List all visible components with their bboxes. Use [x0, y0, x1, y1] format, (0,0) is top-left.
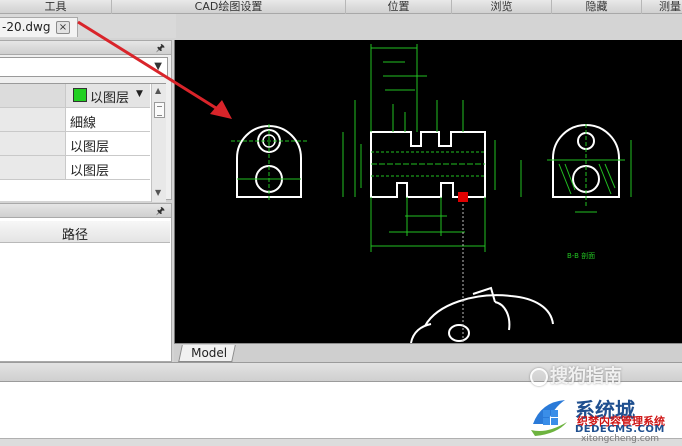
scroll-up-icon[interactable]: ▲	[155, 86, 161, 95]
sogou-watermark-text: 搜狗指南	[550, 366, 622, 387]
property-row-color[interactable]: 以图层 ▼	[0, 84, 150, 108]
property-grid: 以图层 ▼ 細線 以图层 以图层 ▲ ▼	[0, 83, 166, 202]
document-tab-name: -20.dwg	[2, 20, 51, 34]
property-row-linetype[interactable]: 細線	[0, 108, 150, 132]
sogou-watermark: 搜狗指南	[530, 362, 622, 388]
document-tab[interactable]: -20.dwg ×	[0, 17, 78, 37]
scrollbar-thumb[interactable]	[154, 102, 165, 118]
path-panel: 🖈 路径	[0, 203, 172, 362]
property-name-cell	[0, 156, 66, 179]
properties-panel-titlebar: 🖈	[0, 41, 171, 55]
cad-app-window: 工具 CAD绘图设置 位置 浏览 隐藏 测量 -20.dwg × 🖈 ▼ 以图层…	[0, 0, 682, 446]
pin-icon[interactable]: 🖈	[156, 41, 165, 58]
entity-selector-dropdown[interactable]: ▼	[0, 57, 168, 77]
ribbon-group-measure[interactable]: 测量	[642, 0, 682, 14]
pin-icon[interactable]: 🖈	[156, 204, 165, 221]
ribbon-group-label: CAD绘图设置	[194, 0, 263, 13]
left-view	[231, 124, 307, 202]
watermark-small-url: xitongcheng.com	[581, 434, 659, 444]
property-name-cell	[0, 84, 66, 107]
selection-marker[interactable]	[458, 192, 468, 202]
ribbon-group-label: 位置	[387, 0, 410, 13]
property-name-cell	[0, 132, 66, 155]
section-view-label: B-B 剖面	[567, 251, 595, 260]
color-value: 以图层	[90, 91, 130, 106]
path-column-label: 路径	[62, 228, 89, 243]
property-grid-scrollbar[interactable]: ▲ ▼	[151, 84, 166, 202]
ribbon-group-label: 隐藏	[585, 0, 608, 13]
drawing-canvas[interactable]: B-B 剖面	[174, 40, 682, 362]
site-watermark: 系统城 织梦内容管理系统 DEDECMS.COM xitongcheng.com	[527, 394, 682, 446]
properties-panel: 🖈 ▼ 以图层 ▼ 細線 以图层 以图层 ▲ ▼	[0, 40, 172, 202]
section-view	[520, 124, 632, 213]
ribbon-group-labels: 工具 CAD绘图设置 位置 浏览 隐藏 测量	[0, 0, 682, 14]
front-view-dimensions	[342, 44, 496, 252]
close-icon[interactable]: ×	[56, 21, 70, 34]
property-row-plotstyle[interactable]: 以图层	[0, 156, 150, 180]
ribbon-group-hide[interactable]: 隐藏	[552, 0, 642, 14]
property-value: 以图层	[70, 164, 110, 179]
scroll-down-icon[interactable]: ▼	[155, 188, 161, 197]
ribbon-group-label: 浏览	[490, 0, 513, 13]
cad-drawing: B-B 剖面	[231, 44, 632, 343]
ribbon-group-label: 工具	[44, 0, 67, 13]
windows-logo-icon	[531, 400, 567, 436]
property-value: 細線	[70, 116, 97, 131]
chevron-down-icon[interactable]: ▼	[136, 89, 143, 99]
ribbon-group-cad-settings[interactable]: CAD绘图设置	[112, 0, 346, 14]
color-swatch	[73, 88, 87, 102]
property-name-cell	[0, 108, 66, 131]
ribbon-group-browse[interactable]: 浏览	[452, 0, 552, 14]
ribbon-group-position[interactable]: 位置	[346, 0, 452, 14]
path-panel-titlebar: 🖈	[0, 204, 171, 218]
chevron-down-icon: ▼	[154, 61, 162, 72]
document-tab-strip: -20.dwg ×	[0, 14, 176, 38]
ribbon-group-tools[interactable]: 工具	[0, 0, 112, 14]
property-value: 以图层	[70, 140, 110, 155]
front-view	[370, 131, 486, 198]
property-row-lineweight[interactable]: 以图层	[0, 132, 150, 156]
layout-tab-strip: Model	[174, 343, 682, 362]
isometric-view	[410, 286, 554, 343]
model-tab-label: Model	[191, 346, 228, 360]
sogou-logo-icon	[530, 368, 548, 386]
model-tab[interactable]: Model	[178, 345, 236, 362]
path-column-header[interactable]: 路径	[0, 221, 170, 243]
ribbon-group-label: 测量	[659, 0, 681, 13]
